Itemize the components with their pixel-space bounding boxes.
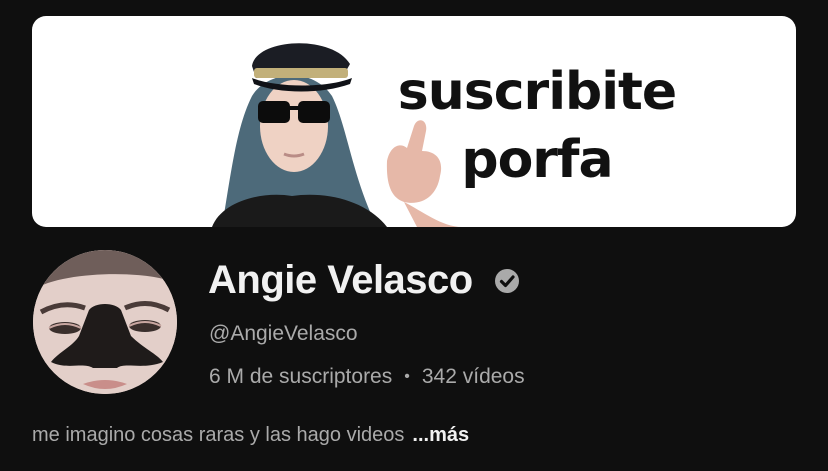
video-count: 342 vídeos: [421, 365, 525, 388]
description-text: me imagino cosas raras y las hago videos: [32, 424, 405, 446]
avatar-image: [33, 250, 177, 394]
channel-handle: @AngieVelasco: [209, 322, 358, 345]
channel-description[interactable]: me imagino cosas raras y las hago videos…: [32, 424, 469, 447]
banner-line-1: suscribite: [397, 62, 677, 122]
banner-text: suscribite porfa: [392, 58, 682, 194]
subscriber-count: 6 M de suscriptores: [209, 365, 393, 388]
more-link[interactable]: ...más: [412, 424, 469, 446]
banner-line-2: porfa: [461, 130, 613, 190]
channel-name[interactable]: Angie Velasco: [208, 258, 473, 303]
channel-banner: suscribite porfa: [32, 16, 796, 227]
stats-separator: •: [404, 368, 410, 385]
channel-avatar[interactable]: [33, 250, 177, 394]
channel-name-row: Angie Velasco: [208, 258, 523, 303]
verified-check-icon: [491, 265, 523, 297]
channel-stats: 6 M de suscriptores • 342 vídeos: [209, 365, 525, 389]
